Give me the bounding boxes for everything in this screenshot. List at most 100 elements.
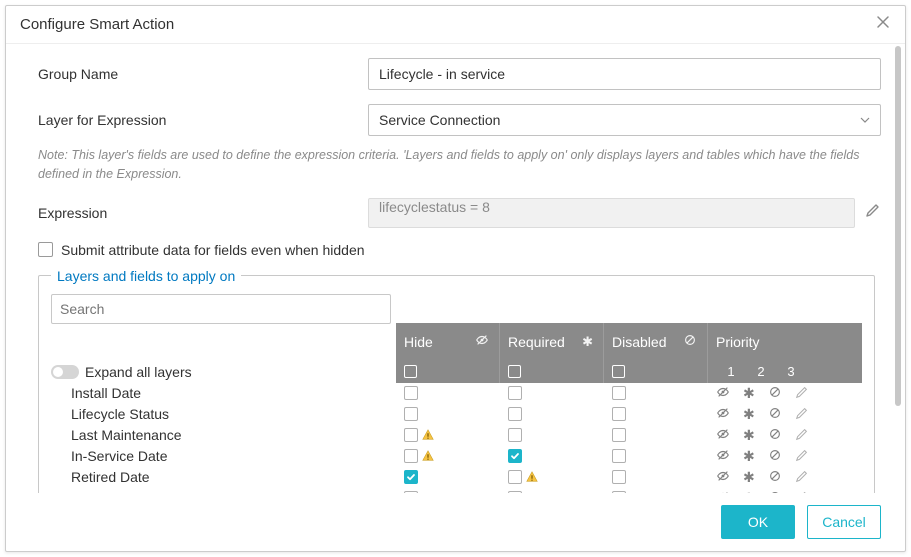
asterisk-icon: ✱ [743, 469, 755, 486]
layers-fieldset: Layers and fields to apply on Hide Requi… [38, 268, 875, 494]
disabled-checkbox[interactable] [612, 449, 626, 463]
required-checkbox[interactable] [508, 470, 522, 484]
dialog-title: Configure Smart Action [20, 16, 174, 33]
expression-box: lifecyclestatus = 8 [368, 198, 881, 228]
eye-slash-icon [716, 448, 730, 465]
eye-slash-icon [716, 385, 730, 402]
field-name: Lifecycle Status [51, 406, 396, 422]
hide-checkbox[interactable] [404, 428, 418, 442]
dialog-footer: OK Cancel [6, 493, 905, 551]
pencil-icon[interactable] [795, 406, 809, 423]
field-name: Notes [51, 490, 396, 493]
layer-note: Note: This layer's fields are used to de… [38, 146, 868, 184]
asterisk-icon: ✱ [743, 490, 755, 494]
field-row: Retired Date ✱ [51, 467, 862, 488]
required-checkbox[interactable] [508, 386, 522, 400]
group-name-label: Group Name [38, 66, 368, 82]
submit-hidden-checkbox[interactable] [38, 242, 53, 257]
required-checkbox[interactable] [508, 407, 522, 421]
dialog-body: Group Name Layer for Expression Service … [6, 44, 905, 493]
asterisk-icon: ✱ [743, 427, 755, 444]
disabled-icon [768, 406, 782, 423]
expand-label: Expand all layers [85, 364, 192, 380]
close-icon[interactable] [875, 14, 891, 35]
field-name: Last Maintenance [51, 427, 396, 443]
asterisk-icon: ✱ [743, 385, 755, 402]
hide-checkbox[interactable] [404, 386, 418, 400]
caret-down-icon [860, 112, 870, 128]
layer-row: Layer for Expression Service Connection [38, 104, 881, 136]
disabled-checkbox[interactable] [612, 470, 626, 484]
layer-label: Layer for Expression [38, 112, 368, 128]
column-subheader: Expand all layers 1 2 3 [51, 361, 862, 383]
required-checkbox[interactable] [508, 491, 522, 493]
dialog: Configure Smart Action Group Name Layer … [5, 5, 906, 552]
layer-select-value: Service Connection [379, 112, 500, 128]
expand-toggle[interactable] [51, 365, 79, 379]
layers-legend: Layers and fields to apply on [51, 268, 241, 284]
hide-checkbox[interactable] [404, 470, 418, 484]
cancel-button[interactable]: Cancel [807, 505, 881, 539]
eye-slash-icon [716, 406, 730, 423]
submit-hidden-row[interactable]: Submit attribute data for fields even wh… [38, 242, 881, 258]
disabled-checkbox[interactable] [612, 407, 626, 421]
pencil-icon[interactable] [795, 490, 809, 494]
disabled-checkbox[interactable] [612, 491, 626, 493]
priority-col-2: 2 [746, 364, 776, 379]
priority-col-3: 3 [776, 364, 806, 379]
disabled-icon [768, 385, 782, 402]
hide-checkbox[interactable] [404, 407, 418, 421]
hide-checkbox[interactable] [404, 449, 418, 463]
field-name: In-Service Date [51, 448, 396, 464]
field-row: In-Service Date ✱ [51, 446, 862, 467]
disabled-icon [768, 427, 782, 444]
col-required: Required ✱ [500, 323, 604, 361]
col-disabled: Disabled [604, 323, 708, 361]
field-rows: Install Date✱Lifecycle Status✱Last Maint… [51, 383, 862, 494]
expression-field: lifecyclestatus = 8 [368, 198, 855, 228]
required-checkbox[interactable] [508, 449, 522, 463]
pencil-icon[interactable] [795, 469, 809, 486]
pencil-icon[interactable] [795, 385, 809, 402]
eye-slash-icon [716, 469, 730, 486]
hide-checkbox[interactable] [404, 491, 418, 493]
search-input[interactable] [51, 294, 391, 324]
asterisk-icon: ✱ [743, 448, 755, 465]
group-name-input[interactable] [368, 58, 881, 90]
priority-col-1: 1 [716, 364, 746, 379]
hide-all-checkbox[interactable] [404, 365, 417, 378]
edit-expression-icon[interactable] [865, 202, 881, 223]
disabled-checkbox[interactable] [612, 386, 626, 400]
pencil-icon[interactable] [795, 448, 809, 465]
ok-button[interactable]: OK [721, 505, 795, 539]
col-hide: Hide [396, 323, 500, 361]
field-name: Retired Date [51, 469, 396, 485]
field-row: Install Date ✱ [51, 383, 862, 404]
field-row: Last Maintenance ✱ [51, 425, 862, 446]
asterisk-icon: ✱ [582, 334, 593, 350]
scrollbar[interactable] [895, 46, 901, 466]
layer-select[interactable]: Service Connection [368, 104, 881, 136]
disabled-icon [768, 490, 782, 494]
disabled-checkbox[interactable] [612, 428, 626, 442]
field-name: Install Date [51, 385, 396, 401]
eye-slash-icon [716, 490, 730, 494]
disabled-icon [683, 333, 697, 350]
disabled-all-checkbox[interactable] [612, 365, 625, 378]
submit-hidden-label: Submit attribute data for fields even wh… [61, 242, 365, 258]
eye-slash-icon [716, 427, 730, 444]
column-header: Hide Required ✱ Disabled Priority [51, 323, 862, 361]
eye-slash-icon [475, 333, 489, 350]
expression-row: Expression lifecyclestatus = 8 [38, 198, 881, 228]
required-all-checkbox[interactable] [508, 365, 521, 378]
search-box [51, 294, 862, 324]
expression-label: Expression [38, 205, 368, 221]
titlebar: Configure Smart Action [6, 6, 905, 44]
pencil-icon[interactable] [795, 427, 809, 444]
col-priority: Priority [708, 323, 862, 361]
required-checkbox[interactable] [508, 428, 522, 442]
disabled-icon [768, 469, 782, 486]
group-name-row: Group Name [38, 58, 881, 90]
asterisk-icon: ✱ [743, 406, 755, 423]
disabled-icon [768, 448, 782, 465]
